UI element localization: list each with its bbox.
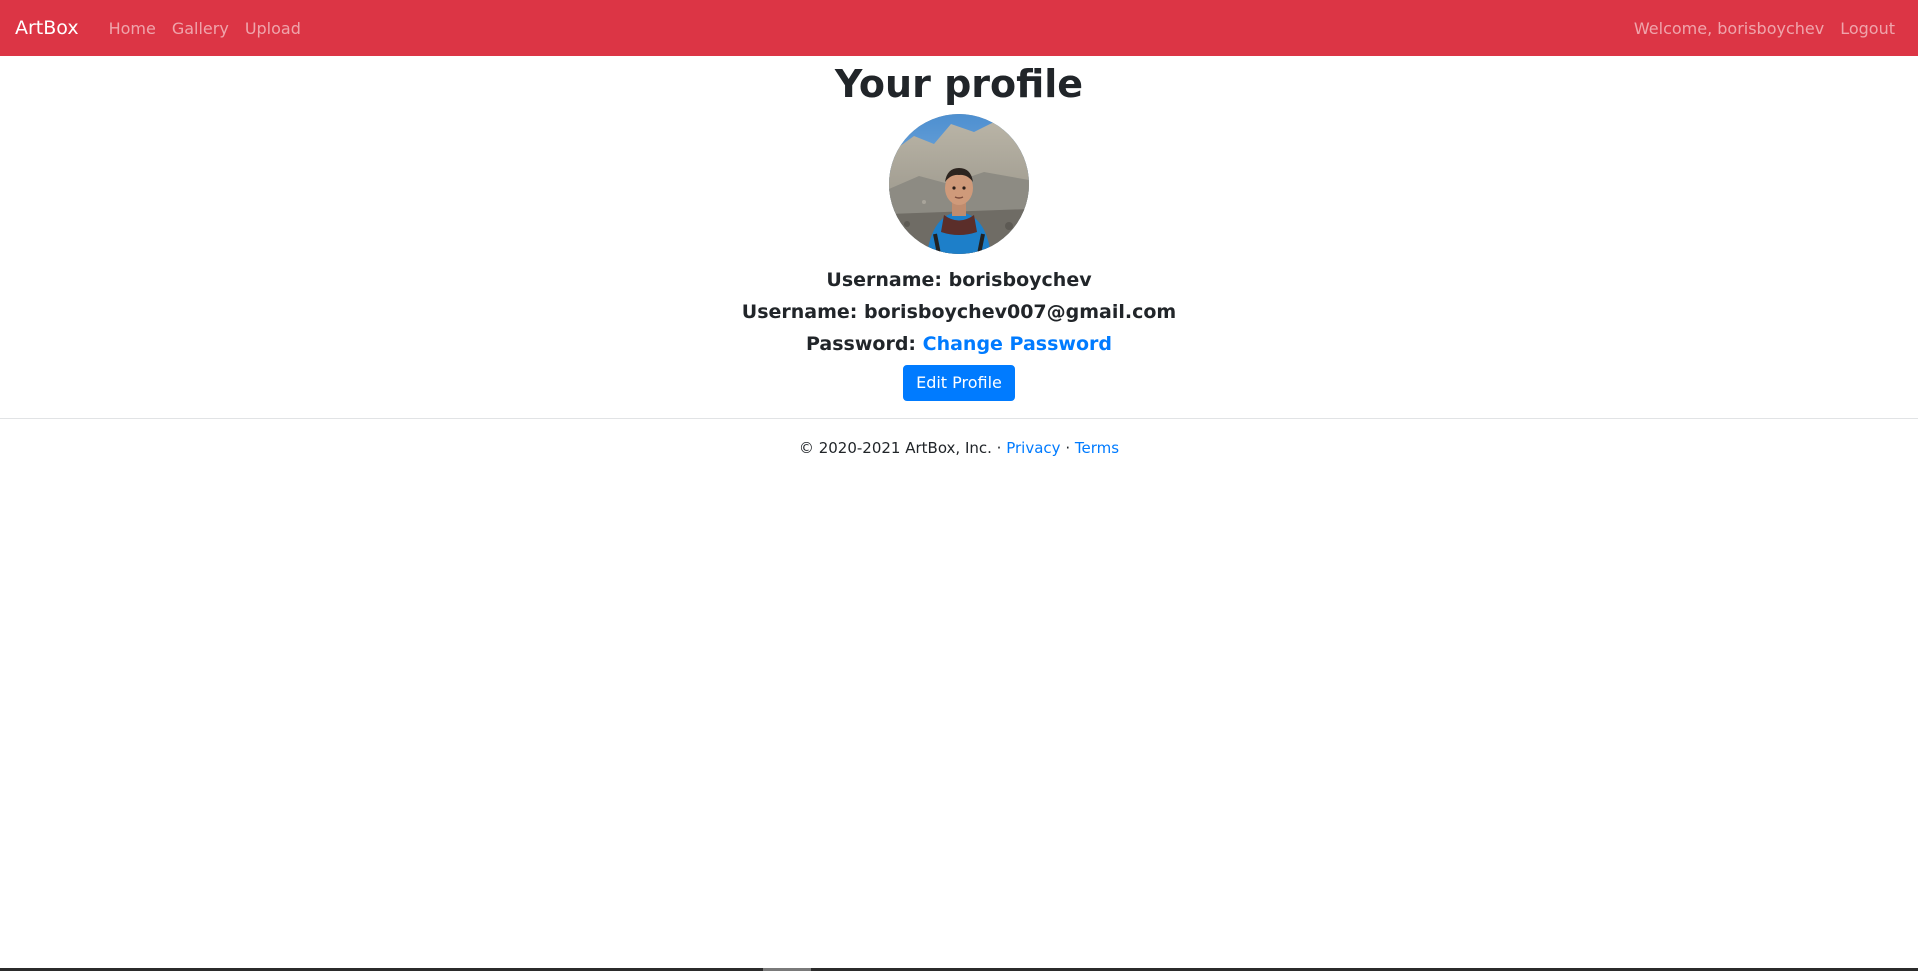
email-value: borisboychev007@gmail.com <box>864 301 1177 323</box>
change-password-link[interactable]: Change Password <box>923 333 1112 355</box>
email-label: Username: <box>741 301 858 323</box>
nav-left: ArtBox Home Gallery Upload <box>15 17 309 39</box>
username-line: Username: borisboychev <box>0 264 1918 296</box>
privacy-link[interactable]: Privacy <box>1006 439 1060 457</box>
username-value: borisboychev <box>948 269 1092 291</box>
email-line: Username: borisboychev007@gmail.com <box>0 296 1918 328</box>
footer-separator: · <box>1065 439 1071 457</box>
page-title: Your profile <box>834 62 1084 106</box>
terms-link[interactable]: Terms <box>1075 439 1119 457</box>
password-line: Password: Change Password <box>0 328 1918 360</box>
footer: © 2020-2021 ArtBox, Inc. · Privacy · Ter… <box>0 436 1918 460</box>
edit-profile-button[interactable]: Edit Profile <box>903 365 1015 401</box>
username-label: Username: <box>826 269 943 291</box>
avatar-photo <box>889 114 1029 254</box>
footer-divider <box>0 418 1918 419</box>
welcome-user-link[interactable]: Welcome, borisboychev <box>1626 19 1832 38</box>
top-navbar: ArtBox Home Gallery Upload Welcome, bori… <box>0 0 1918 56</box>
nav-link-upload[interactable]: Upload <box>237 19 309 38</box>
nav-right: Welcome, borisboychev Logout <box>1626 19 1903 38</box>
password-label: Password: <box>805 333 917 355</box>
nav-link-gallery[interactable]: Gallery <box>164 19 237 38</box>
profile-section: Your profile Username: borisboychev User… <box>0 56 1918 401</box>
nav-link-home[interactable]: Home <box>101 19 164 38</box>
copyright-text: © 2020-2021 ArtBox, Inc. · <box>798 439 1002 457</box>
avatar <box>889 114 1029 254</box>
logout-link[interactable]: Logout <box>1832 19 1903 38</box>
brand-logo[interactable]: ArtBox <box>15 17 79 39</box>
